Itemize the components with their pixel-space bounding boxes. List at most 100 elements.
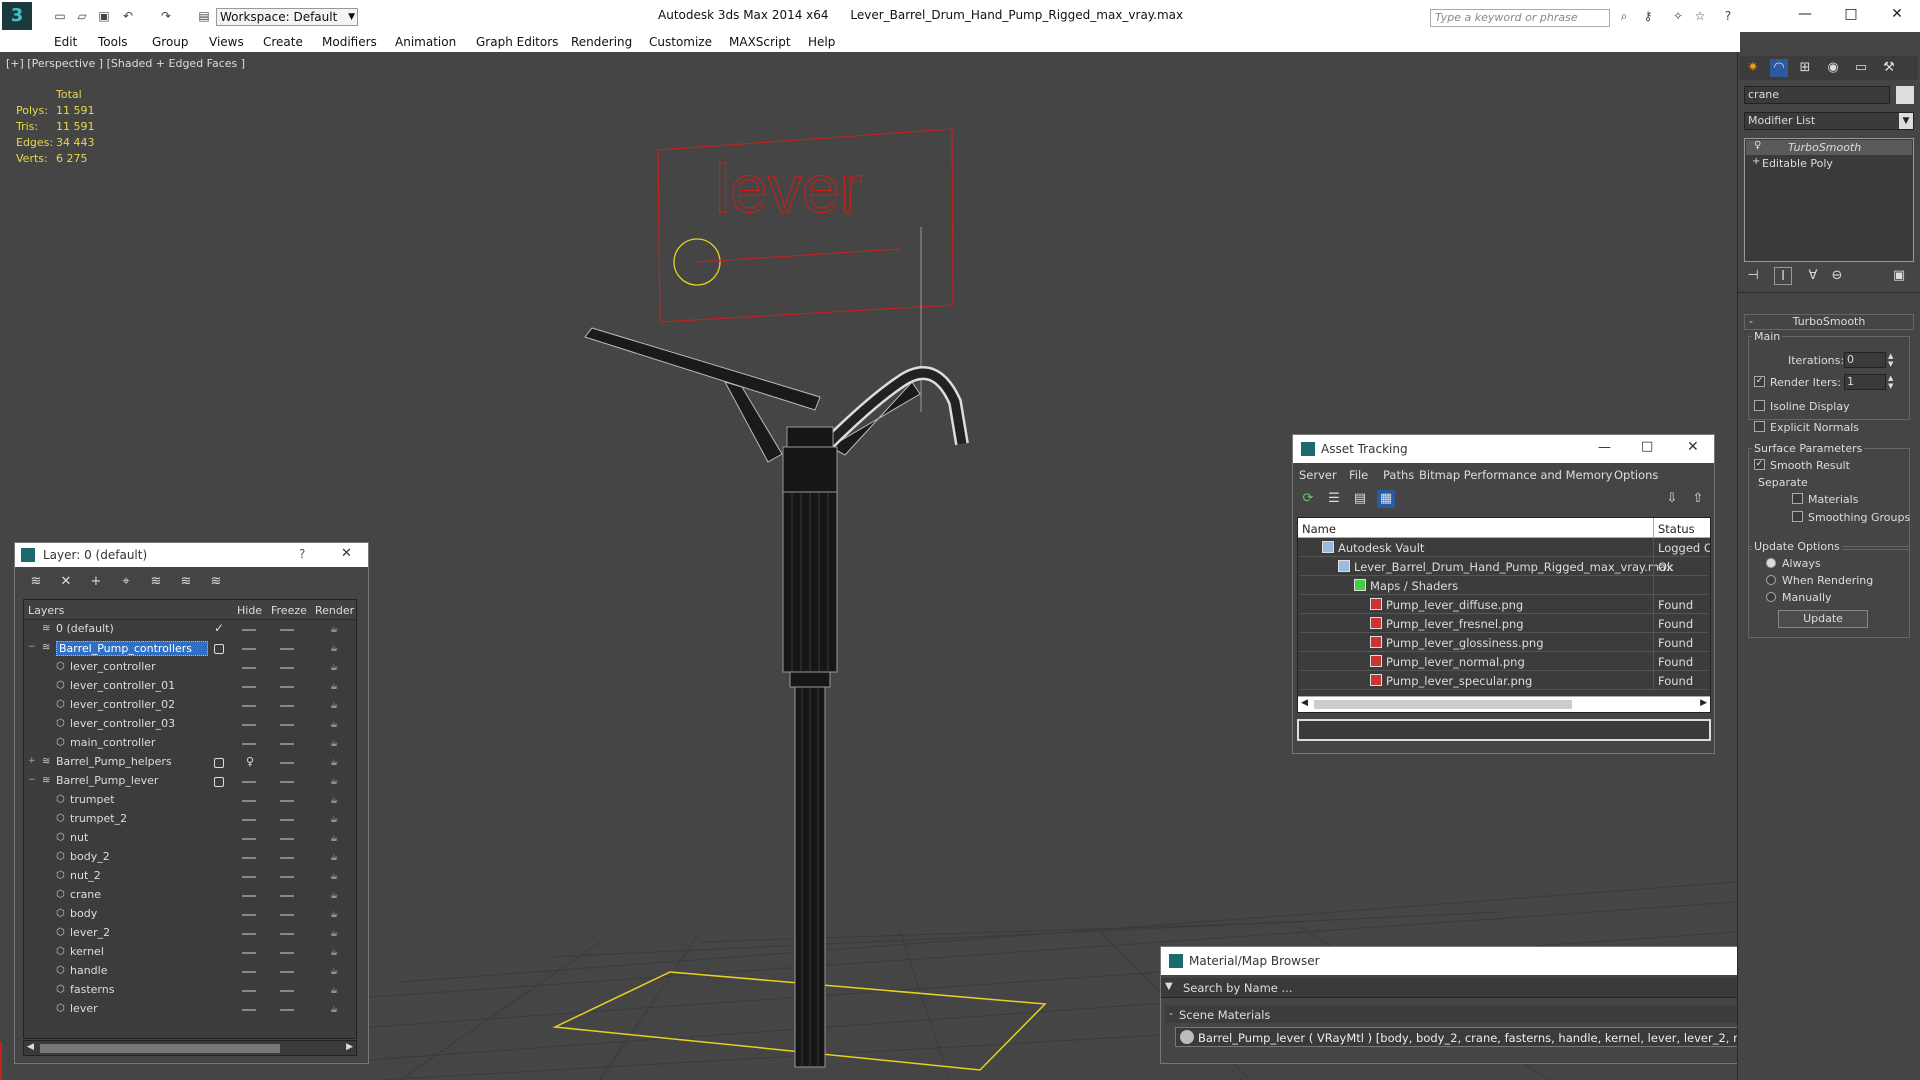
asset-tracking-window[interactable]: Asset Tracking — □ ✕ Server File Paths B… xyxy=(1292,434,1715,754)
asset-menu-bitmap[interactable]: Bitmap Performance and Memory xyxy=(1419,468,1612,482)
render-teapot-icon[interactable]: ☕ xyxy=(330,625,342,635)
asset-minimize-button[interactable]: — xyxy=(1598,440,1611,455)
asset-menu-options[interactable]: Options xyxy=(1614,468,1658,482)
help-icon[interactable]: ? xyxy=(1720,9,1736,23)
close-icon[interactable]: ✕ xyxy=(341,546,352,561)
update-button[interactable]: Update xyxy=(1778,610,1868,628)
render-teapot-icon[interactable]: ☕ xyxy=(330,891,342,901)
light-bulb-icon[interactable]: ♀ xyxy=(246,755,254,768)
hide-toggle[interactable] xyxy=(242,914,256,916)
layer-object-row[interactable]: ⬡ main_controller ☕ xyxy=(26,734,354,753)
asset-tracking-header[interactable]: Asset Tracking — □ ✕ xyxy=(1293,435,1714,463)
materials-checkbox[interactable] xyxy=(1792,493,1803,504)
render-teapot-icon[interactable]: ☕ xyxy=(330,758,342,768)
col-freeze[interactable]: Freeze xyxy=(271,604,307,617)
hide-toggle[interactable] xyxy=(242,705,256,707)
undo-icon[interactable]: ↶ xyxy=(120,9,136,23)
freeze-toggle[interactable] xyxy=(280,762,294,764)
list-view-icon[interactable]: ☰ xyxy=(1325,490,1343,508)
workspace-dropdown[interactable]: Workspace: Default ▼ xyxy=(216,8,358,26)
freeze-all-layers-icon[interactable]: ≋ xyxy=(207,573,225,591)
menu-maxscript[interactable]: MAXScript xyxy=(729,35,791,49)
iterations-spinner[interactable]: 0 xyxy=(1844,352,1886,368)
layer-row[interactable]: − ≋ Barrel_Pump_controllers ☕ xyxy=(26,639,354,658)
hide-toggle[interactable] xyxy=(242,971,256,973)
binoculars-icon[interactable]: ⌕ xyxy=(1616,9,1632,23)
display-tab-icon[interactable]: ▭ xyxy=(1852,59,1870,77)
menu-customize[interactable]: Customize xyxy=(649,35,712,49)
freeze-toggle[interactable] xyxy=(280,895,294,897)
freeze-toggle[interactable] xyxy=(280,857,294,859)
render-teapot-icon[interactable]: ☕ xyxy=(330,815,342,825)
col-hide[interactable]: Hide xyxy=(237,604,262,617)
col-layers[interactable]: Layers xyxy=(28,604,64,617)
freeze-toggle[interactable] xyxy=(280,933,294,935)
menu-tools[interactable]: Tools xyxy=(98,35,128,49)
freeze-toggle[interactable] xyxy=(280,743,294,745)
minimize-button[interactable]: — xyxy=(1790,6,1820,24)
create-tab-icon[interactable]: ✷ xyxy=(1744,59,1762,77)
col-name[interactable]: Name xyxy=(1302,522,1336,536)
freeze-toggle[interactable] xyxy=(280,952,294,954)
layer-object-row[interactable]: ⬡ lever ☕ xyxy=(26,1000,354,1019)
hierarchy-tab-icon[interactable]: ⊞ xyxy=(1796,59,1814,77)
layer-manager-panel[interactable]: Layer: 0 (default) ? ✕ ≋ ✕ + ⌖ ≋ ≋ ≋ Lay… xyxy=(14,542,369,1064)
menu-help[interactable]: Help xyxy=(808,35,835,49)
freeze-toggle[interactable] xyxy=(280,648,294,650)
render-teapot-icon[interactable]: ☕ xyxy=(330,948,342,958)
freeze-toggle[interactable] xyxy=(280,686,294,688)
render-iters-spinner[interactable]: 1 xyxy=(1844,374,1886,390)
freeze-toggle[interactable] xyxy=(280,629,294,631)
smoothing-groups-checkbox[interactable] xyxy=(1792,511,1803,522)
hide-toggle[interactable] xyxy=(242,857,256,859)
object-color-swatch[interactable] xyxy=(1896,86,1914,104)
hide-toggle[interactable] xyxy=(242,800,256,802)
freeze-toggle[interactable] xyxy=(280,705,294,707)
asset-close-icon[interactable]: ✕ xyxy=(1687,439,1699,455)
render-teapot-icon[interactable]: ☕ xyxy=(330,872,342,882)
hide-toggle[interactable] xyxy=(242,686,256,688)
asset-row[interactable]: Pump_lever_specular.png Found xyxy=(1300,671,1708,690)
current-layer-check-icon[interactable]: ✓ xyxy=(214,621,224,635)
project-folder-icon[interactable]: ▤ xyxy=(196,9,212,23)
render-teapot-icon[interactable]: ☕ xyxy=(330,929,342,939)
hide-toggle[interactable] xyxy=(242,819,256,821)
freeze-toggle[interactable] xyxy=(280,819,294,821)
save-file-icon[interactable]: ▣ xyxy=(96,9,112,23)
menu-graph-editors[interactable]: Graph Editors xyxy=(476,35,558,49)
col-status[interactable]: Status xyxy=(1658,522,1695,536)
render-teapot-icon[interactable]: ☕ xyxy=(330,777,342,787)
freeze-toggle[interactable] xyxy=(280,667,294,669)
object-name-field[interactable]: crane xyxy=(1744,86,1890,104)
hide-toggle[interactable] xyxy=(242,743,256,745)
explicit-normals-checkbox[interactable] xyxy=(1754,421,1765,432)
hide-all-layers-icon[interactable]: ≋ xyxy=(177,573,195,591)
vault-checkout-icon[interactable]: ⇧ xyxy=(1689,490,1707,508)
refresh-icon[interactable]: ⟳ xyxy=(1299,490,1317,508)
highlight-layer-icon[interactable]: ≋ xyxy=(147,573,165,591)
bulb-icon[interactable]: ♀ xyxy=(1754,140,1761,151)
menu-create[interactable]: Create xyxy=(263,35,303,49)
menu-views[interactable]: Views xyxy=(209,35,244,49)
asset-menu-paths[interactable]: Paths xyxy=(1383,468,1414,482)
detail-view-icon[interactable]: ▤ xyxy=(1351,490,1369,508)
asset-row[interactable]: Pump_lever_fresnel.png Found xyxy=(1300,614,1708,633)
hide-toggle[interactable] xyxy=(242,933,256,935)
freeze-toggle[interactable] xyxy=(280,876,294,878)
asset-row[interactable]: Pump_lever_normal.png Found xyxy=(1300,652,1708,671)
freeze-toggle[interactable] xyxy=(280,971,294,973)
layer-object-row[interactable]: ⬡ trumpet_2 ☕ xyxy=(26,810,354,829)
layer-object-row[interactable]: ⬡ nut_2 ☕ xyxy=(26,867,354,886)
render-teapot-icon[interactable]: ☕ xyxy=(330,720,342,730)
always-radio[interactable] xyxy=(1766,558,1776,568)
vault-checkin-icon[interactable]: ⇩ xyxy=(1663,490,1681,508)
layer-object-row[interactable]: ⬡ body ☕ xyxy=(26,905,354,924)
asset-row[interactable]: Lever_Barrel_Drum_Hand_Pump_Rigged_max_v… xyxy=(1300,557,1708,576)
menu-rendering[interactable]: Rendering xyxy=(571,35,632,49)
layer-panel-header[interactable]: Layer: 0 (default) ? ✕ xyxy=(15,543,368,567)
render-teapot-icon[interactable]: ☕ xyxy=(330,701,342,711)
menu-animation[interactable]: Animation xyxy=(395,35,456,49)
chevron-down-icon[interactable]: ▼ xyxy=(1165,981,1173,992)
hide-toggle[interactable] xyxy=(242,781,256,783)
layer-object-row[interactable]: ⬡ lever_controller_01 ☕ xyxy=(26,677,354,696)
